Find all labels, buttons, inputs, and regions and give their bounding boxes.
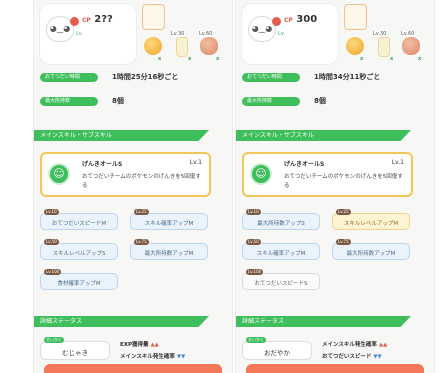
pokemon-card[interactable]: ◕‿◕ CP 300 Lv. <box>242 4 338 64</box>
nature-effect-up: EXP獲得量 ▲▲ <box>120 342 159 348</box>
subskill-name: 最大所持数アップS <box>257 221 305 227</box>
ingredient-count: x <box>216 56 220 62</box>
nature-name: むじゃき <box>62 349 88 357</box>
main-skill-description: おてつだいチームのポケモンのげんきを5回復する <box>284 174 403 189</box>
detail-section-header: 詳細ステータス <box>34 316 209 327</box>
main-skill-name: げんきオールS <box>82 161 123 168</box>
subskill-lv25[interactable]: Lv.25 スキル確率アップM <box>130 209 208 230</box>
subskill-name: スキル確率アップM <box>144 221 194 227</box>
subskill-name: スキル確率アップM <box>256 251 306 257</box>
nature-name: おだやか <box>264 349 290 357</box>
up-arrows-icon: ▲▲ <box>378 342 388 348</box>
subskill-name: スキルレベルアップS <box>52 251 106 257</box>
level-label: Lv. <box>278 31 285 37</box>
nature-effect-up: メインスキル発生確率 ▲▲ <box>322 342 388 348</box>
level-label: Lv. <box>76 31 83 37</box>
subskill-level: Lv.10 <box>44 209 59 215</box>
ingredient-count: x <box>390 56 394 62</box>
max-carry-label: 最大所持数 <box>242 97 300 106</box>
nature-tag: せいかく <box>246 337 266 343</box>
main-skill-name: げんきオールS <box>284 161 325 168</box>
subskill-lv50[interactable]: Lv.50 スキルレベルアップS <box>40 239 118 260</box>
bottom-action-bar[interactable] <box>246 364 424 373</box>
subskill-name: 食材確率アップM <box>57 281 101 287</box>
subskill-lv25[interactable]: Lv.25 スキルレベルアップM <box>332 209 410 230</box>
subskill-name: 最大所持数アップM <box>346 251 396 257</box>
nature-effect-down: おてつだいスピード ▼▼ <box>322 354 382 360</box>
subskill-level: Lv.75 <box>336 239 351 245</box>
subskill-name: スキルレベルアップM <box>343 221 399 227</box>
milk-icon <box>378 37 390 57</box>
milk-icon <box>176 37 188 57</box>
subskill-level: Lv.25 <box>336 209 351 215</box>
help-time-label: おてつだい時間 <box>40 73 98 82</box>
pokemon-detail-panel-left: ◕‿◕ CP 2?? Lv. Lv.30 Lv.60 x x x おてつだい時間… <box>33 0 233 373</box>
subskill-lv10[interactable]: Lv.10 おてつだいスピードM <box>40 209 118 230</box>
potato-icon <box>402 37 420 55</box>
main-skill-level: Lv.1 <box>189 159 202 166</box>
max-carry-value: 8個 <box>112 97 124 105</box>
subskill-level: Lv.25 <box>134 209 149 215</box>
skill-section-header: メインスキル・サブスキル <box>236 130 411 141</box>
subskill-level: Lv.100 <box>44 269 62 275</box>
main-skill-card[interactable]: ☺ げんきオールS Lv.1 おてつだいチームのポケモンのげんきを5回復する <box>40 152 211 197</box>
max-carry-value: 8個 <box>314 97 326 105</box>
nature-card[interactable]: せいかく むじゃき <box>40 337 110 360</box>
nature-card[interactable]: せいかく おだやか <box>242 337 312 360</box>
cp-value: 2?? <box>94 14 113 25</box>
main-skill-level: Lv.1 <box>391 159 404 166</box>
subskill-lv10[interactable]: Lv.10 最大所持数アップS <box>242 209 320 230</box>
subskill-name: おてつだいスピードM <box>51 221 107 227</box>
help-time-value: 1時間34分11秒ごと <box>314 73 381 81</box>
smile-icon: ☺ <box>250 163 272 185</box>
main-skill-description: おてつだいチームのポケモンのげんきを5回復する <box>82 174 201 189</box>
subskill-level: Lv.50 <box>246 239 261 245</box>
subskill-lv75[interactable]: Lv.75 最大所持数アップM <box>332 239 410 260</box>
pokemon-detail-panel-right: ◕‿◕ CP 300 Lv. Lv.30 Lv.60 x x x おてつだい時間… <box>235 0 435 373</box>
ingredient-slot-1[interactable] <box>344 4 367 30</box>
help-time-value: 1時間25分16秒ごと <box>112 73 179 81</box>
subskill-lv100[interactable]: Lv.100 食材確率アップM <box>40 269 118 290</box>
pokemon-card[interactable]: ◕‿◕ CP 2?? Lv. <box>40 4 136 64</box>
up-arrows-icon: ▲▲ <box>150 342 159 348</box>
main-skill-card[interactable]: ☺ げんきオールS Lv.1 おてつだいチームのポケモンのげんきを5回復する <box>242 152 413 197</box>
subskill-lv75[interactable]: Lv.75 最大所持数アップM <box>130 239 208 260</box>
skill-section-header: メインスキル・サブスキル <box>34 130 209 141</box>
subskill-name: 最大所持数アップM <box>144 251 194 257</box>
nature-effect-down: メインスキル発生確率 ▼▼ <box>120 354 186 360</box>
ingredient-count: x <box>360 56 364 62</box>
apple-icon <box>144 37 162 55</box>
subskill-level: Lv.50 <box>44 239 59 245</box>
cp-value: 300 <box>296 14 318 25</box>
cp-label: CP <box>284 17 293 24</box>
down-arrows-icon: ▼▼ <box>373 354 382 360</box>
down-arrows-icon: ▼▼ <box>176 354 186 360</box>
subskill-level: Lv.10 <box>246 209 261 215</box>
apple-icon <box>346 37 364 55</box>
subskill-level: Lv.75 <box>134 239 149 245</box>
subskill-name: おてつだいスピードS <box>254 281 308 287</box>
bottom-action-bar[interactable] <box>44 364 222 373</box>
help-time-label: おてつだい時間 <box>242 73 300 82</box>
subskill-level: Lv.100 <box>246 269 264 275</box>
smile-icon: ☺ <box>48 163 70 185</box>
cp-icon <box>272 17 281 26</box>
cp-icon <box>70 17 79 26</box>
ingredient-count: x <box>188 56 192 62</box>
ingredient-count: x <box>158 56 162 62</box>
detail-section-header: 詳細ステータス <box>236 316 411 327</box>
potato-icon <box>200 37 218 55</box>
ingredient-slot-1[interactable] <box>142 4 165 30</box>
cp-label: CP <box>82 17 91 24</box>
max-carry-label: 最大所持数 <box>40 97 98 106</box>
subskill-lv50[interactable]: Lv.50 スキル確率アップM <box>242 239 320 260</box>
nature-tag: せいかく <box>44 337 64 343</box>
subskill-lv100[interactable]: Lv.100 おてつだいスピードS <box>242 269 320 290</box>
ingredient-count: x <box>418 56 422 62</box>
